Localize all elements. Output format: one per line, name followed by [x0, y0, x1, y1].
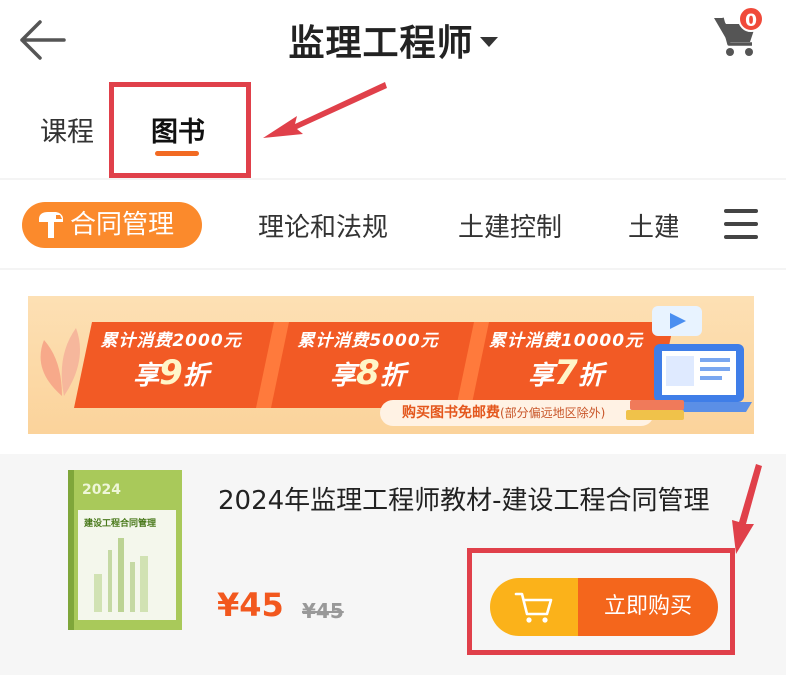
annotation-box-buy: [467, 548, 735, 655]
book-cover-year: 2024: [82, 482, 121, 498]
book-cover-subtitle: 建设工程合同管理: [84, 517, 156, 529]
category-item-civil-partial[interactable]: 土建: [628, 207, 678, 244]
page-title-dropdown[interactable]: 监理工程师: [0, 14, 786, 66]
cart-count-badge: 0: [738, 6, 764, 32]
promo-8-off: 累计消费5000元 享8折: [278, 326, 458, 393]
free-shipping-note: 购买图书免邮费(部分偏远地区除外): [380, 400, 654, 426]
promo-enjoy: 享: [133, 361, 160, 391]
promo-banner[interactable]: 累计消费2000元 享9折 累计消费5000元 享8折 累计消费10000元 享…: [28, 296, 754, 434]
product-original-price: ¥45: [302, 599, 344, 623]
promo-off: 折: [379, 361, 406, 391]
promo-off: 折: [182, 361, 209, 391]
promo-enjoy: 享: [330, 361, 357, 391]
hamburger-menu-icon[interactable]: [724, 209, 760, 239]
annotation-arrow-tabs: [263, 82, 387, 138]
laptop-books-illustration: [626, 306, 752, 420]
promo-enjoy: 享: [528, 361, 555, 391]
promo-discount: 8: [356, 353, 380, 393]
page-title: 监理工程师: [288, 23, 474, 64]
caret-down-icon: [479, 37, 498, 47]
product-title[interactable]: 2024年监理工程师教材-建设工程合同管理: [218, 482, 718, 520]
free-shipping-exception: (部分偏远地区除外): [500, 406, 606, 420]
promo-discount: 9: [159, 353, 183, 393]
promo-threshold: 累计消费5000元: [297, 331, 439, 351]
hammer-icon: [39, 212, 63, 238]
promo-off: 折: [577, 361, 604, 391]
category-item-law[interactable]: 理论和法规: [258, 207, 388, 244]
annotation-box-tabs: [109, 82, 251, 178]
category-item-civil-control[interactable]: 土建控制: [458, 207, 562, 244]
promo-9-off: 累计消费2000元 享9折: [86, 326, 256, 393]
product-price: ¥45: [217, 586, 284, 624]
tab-courses[interactable]: 课程: [40, 110, 94, 149]
free-shipping-text: 购买图书免邮费: [402, 405, 500, 421]
promo-threshold: 累计消费2000元: [100, 331, 242, 351]
book-cover-image: 2024 建设工程合同管理: [68, 470, 182, 630]
promo-discount: 7: [554, 353, 578, 393]
